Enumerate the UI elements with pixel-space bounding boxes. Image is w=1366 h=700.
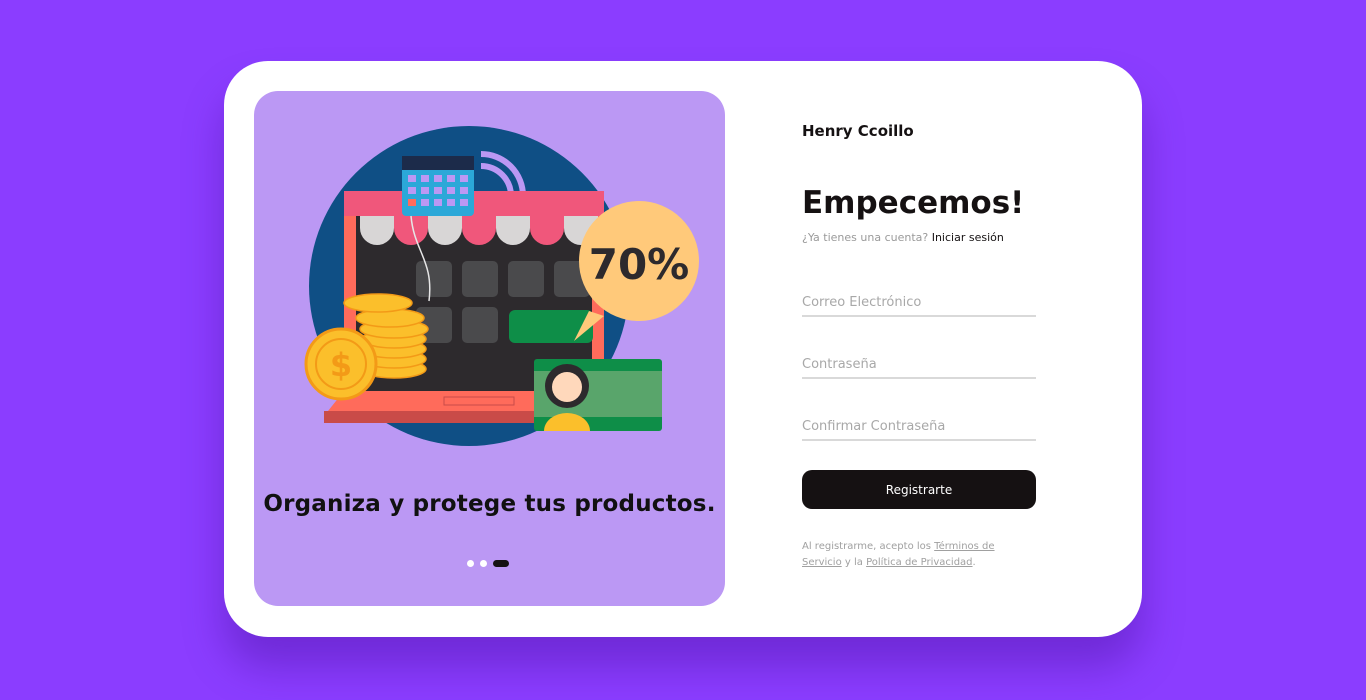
register-button[interactable]: Registrarte xyxy=(802,470,1036,509)
signup-form-panel: Henry Ccoillo Empecemos! ¿Ya tienes una … xyxy=(802,61,1102,637)
coin-dollar-sign: $ xyxy=(330,346,352,384)
carousel-dot-3-active[interactable] xyxy=(493,559,509,567)
carousel-caption: Organiza y protege tus productos. xyxy=(263,491,716,517)
privacy-policy-link[interactable]: Política de Privacidad xyxy=(866,557,972,568)
carousel-dots xyxy=(467,559,509,567)
online-store-illustration: $ 70% xyxy=(304,126,699,446)
password-field[interactable] xyxy=(802,351,1036,379)
carousel-panel: $ 70% Organiza y protege tus productos. xyxy=(254,91,725,606)
login-prompt: ¿Ya tienes una cuenta? Iniciar sesión xyxy=(802,231,1004,244)
page-title: Empecemos! xyxy=(802,185,1025,221)
brand-name: Henry Ccoillo xyxy=(802,122,914,140)
terms-notice: Al registrarme, acepto los Términos de S… xyxy=(802,539,1017,571)
email-field[interactable] xyxy=(802,289,1036,317)
confirm-password-field[interactable] xyxy=(802,413,1036,441)
terms-prefix: Al registrarme, acepto los xyxy=(802,541,931,552)
terms-middle: y la xyxy=(844,557,863,568)
signup-card: $ 70% Organiza y protege tus productos. … xyxy=(224,61,1142,637)
login-link[interactable]: Iniciar sesión xyxy=(932,231,1004,244)
discount-badge: 70% xyxy=(589,240,690,289)
login-prompt-text: ¿Ya tienes una cuenta? xyxy=(802,231,929,244)
carousel-dot-1[interactable] xyxy=(467,559,474,567)
carousel-dot-2[interactable] xyxy=(480,559,487,567)
terms-suffix: . xyxy=(972,557,976,568)
